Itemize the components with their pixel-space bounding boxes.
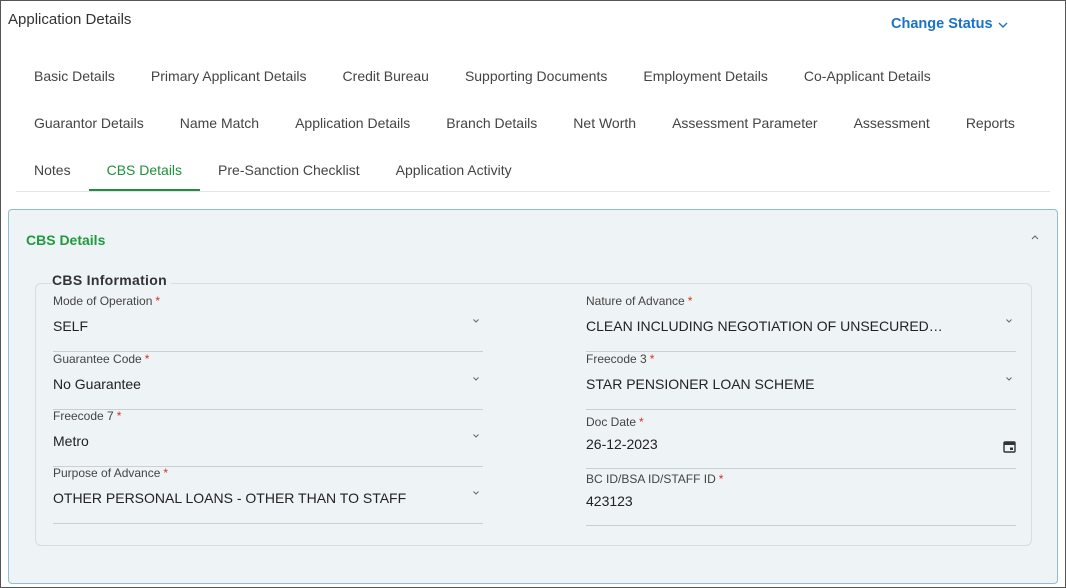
doc-date-label-text: Doc Date [586,415,637,429]
guarantee-code-value: No Guarantee [53,376,141,392]
freecode-7-value: Metro [53,433,89,449]
required-mark: * [163,466,169,480]
freecode-7-label: Freecode 7 * [53,409,121,423]
chevron-down-icon [473,434,479,438]
doc-date-value: 26-12-2023 [586,436,658,452]
purpose-of-advance-select[interactable]: Purpose of Advance * OTHER PERSONAL LOANS… [53,466,483,524]
chevron-down-icon [473,319,479,323]
chevron-down-icon [473,377,479,381]
tab-employment-details[interactable]: Employment Details [625,56,786,97]
change-status-button[interactable]: Change Status [891,16,1009,32]
required-mark: * [687,294,693,308]
change-status-label: Change Status [891,16,993,32]
nature-of-advance-label: Nature of Advance * [586,294,692,308]
tab-bar: Basic Details Primary Applicant Details … [16,56,1050,192]
doc-date-field[interactable]: Doc Date * 26-12-2023 [586,415,1016,469]
panel-title: CBS Details [26,232,106,248]
calendar-icon[interactable] [1003,440,1016,453]
tab-row-3: Notes CBS Details Pre-Sanction Checklist… [16,150,530,191]
page-title: Application Details [8,11,132,28]
mode-of-operation-label-text: Mode of Operation [53,294,153,308]
guarantee-code-label: Guarantee Code * [53,352,149,366]
tab-branch-details[interactable]: Branch Details [428,103,555,144]
mode-of-operation-label: Mode of Operation * [53,294,160,308]
chevron-up-icon[interactable] [1029,231,1041,243]
freecode-3-label: Freecode 3 * [586,352,654,366]
tab-name-match[interactable]: Name Match [162,103,277,144]
tab-assessment-parameter[interactable]: Assessment Parameter [654,103,836,144]
purpose-of-advance-label-text: Purpose of Advance [53,466,161,480]
doc-date-label: Doc Date * [586,415,644,429]
chevron-down-icon [1006,319,1012,323]
cbs-details-panel: CBS Details CBS Information Mode of Oper… [8,209,1058,584]
section-title: CBS Information [52,272,171,288]
freecode-3-label-text: Freecode 3 [586,352,647,366]
tab-application-activity[interactable]: Application Activity [378,150,530,191]
bc-id-field[interactable]: BC ID/BSA ID/STAFF ID * 423123 [586,472,1016,526]
chevron-down-icon [998,22,1008,28]
guarantee-code-label-text: Guarantee Code [53,352,142,366]
required-mark: * [649,352,655,366]
freecode-7-select[interactable]: Freecode 7 * Metro [53,409,483,467]
guarantee-code-select[interactable]: Guarantee Code * No Guarantee [53,352,483,410]
required-mark: * [144,352,150,366]
tab-supporting-documents[interactable]: Supporting Documents [447,56,625,97]
chevron-down-icon [1006,377,1012,381]
mode-of-operation-value: SELF [53,318,89,334]
freecode-7-label-text: Freecode 7 [53,409,114,423]
tab-guarantor-details[interactable]: Guarantor Details [16,103,162,144]
freecode-3-value: STAR PENSIONER LOAN SCHEME [586,376,815,392]
nature-of-advance-select[interactable]: Nature of Advance * CLEAN INCLUDING NEGOT… [586,294,1016,352]
tab-reports[interactable]: Reports [948,103,1033,144]
tab-row-2: Guarantor Details Name Match Application… [16,103,1033,143]
tab-row-1: Basic Details Primary Applicant Details … [16,56,949,96]
required-mark: * [116,409,122,423]
required-mark: * [155,294,161,308]
required-mark: * [639,415,644,429]
required-mark: * [718,472,724,486]
purpose-of-advance-label: Purpose of Advance * [53,466,168,480]
tab-credit-bureau[interactable]: Credit Bureau [325,56,447,97]
chevron-down-icon [473,491,479,495]
freecode-3-select[interactable]: Freecode 3 * STAR PENSIONER LOAN SCHEME [586,352,1016,410]
mode-of-operation-select[interactable]: Mode of Operation * SELF [53,294,483,352]
tab-pre-sanction-checklist[interactable]: Pre-Sanction Checklist [200,150,378,191]
purpose-of-advance-value: OTHER PERSONAL LOANS - OTHER THAN TO STA… [53,490,407,506]
tab-co-applicant-details[interactable]: Co-Applicant Details [786,56,949,97]
bc-id-value: 423123 [586,493,633,509]
tab-cbs-details[interactable]: CBS Details [88,150,201,191]
bc-id-label-text: BC ID/BSA ID/STAFF ID [586,472,716,486]
tab-application-details[interactable]: Application Details [277,103,428,144]
nature-of-advance-value: CLEAN INCLUDING NEGOTIATION OF UNSECURED… [586,318,943,334]
bc-id-label: BC ID/BSA ID/STAFF ID * [586,472,723,486]
tab-assessment[interactable]: Assessment [836,103,948,144]
tab-basic-details[interactable]: Basic Details [16,56,133,97]
tab-notes[interactable]: Notes [16,150,89,191]
tab-net-worth[interactable]: Net Worth [555,103,654,144]
tab-primary-applicant-details[interactable]: Primary Applicant Details [133,56,325,97]
nature-of-advance-label-text: Nature of Advance [586,294,685,308]
